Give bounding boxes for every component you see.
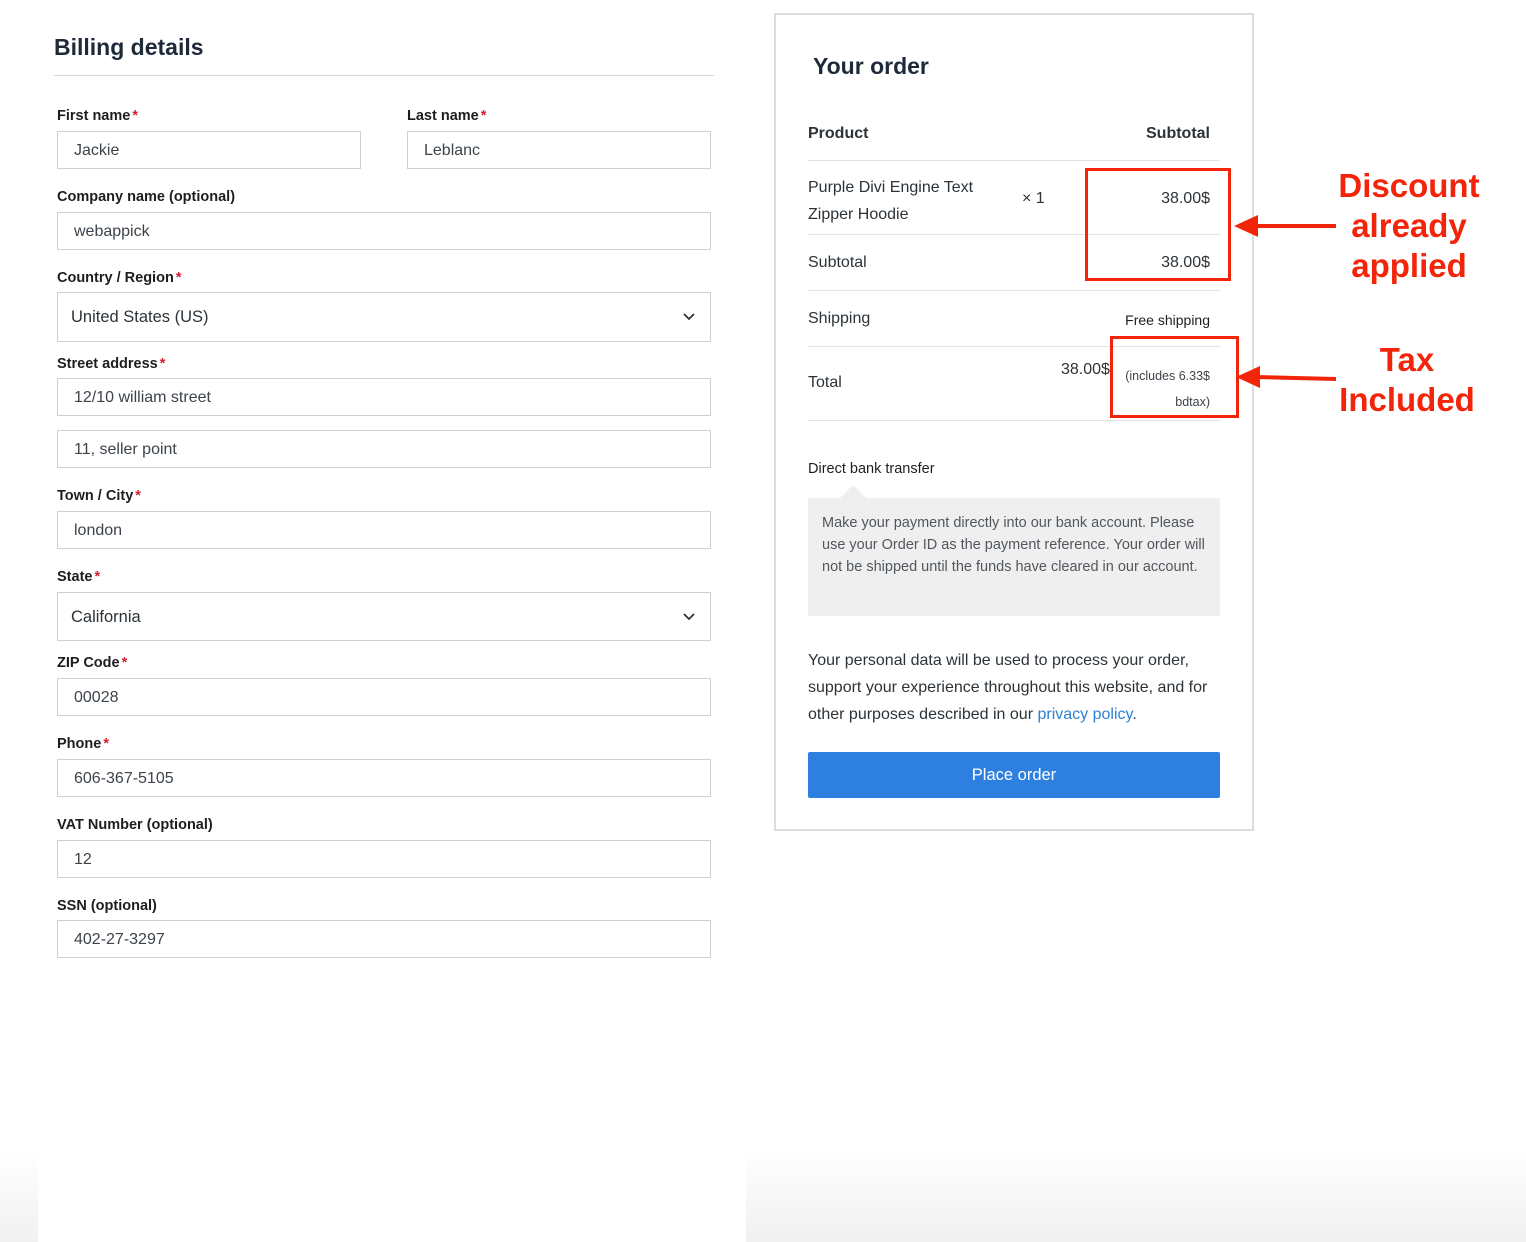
col-subtotal-header: Subtotal xyxy=(1146,125,1210,142)
page-shadow-left xyxy=(0,1150,38,1242)
country-select[interactable]: United States (US) xyxy=(57,292,711,342)
first-name-input[interactable]: Jackie xyxy=(57,131,361,169)
place-order-button[interactable]: Place order xyxy=(808,752,1220,798)
discount-annotation-line3: applied xyxy=(1351,247,1467,284)
street-label: Street address * xyxy=(57,356,166,372)
subtotal-label: Subtotal xyxy=(808,254,867,271)
order-review-box: Your order Product Subtotal Purple Divi … xyxy=(774,13,1254,831)
payment-method-label[interactable]: Direct bank transfer xyxy=(808,461,935,477)
item-name-line1: Purple Divi Engine Text xyxy=(808,179,974,196)
item-quantity: × 1 xyxy=(1022,190,1045,207)
last-name-field: Last name * Leblanc xyxy=(407,106,711,169)
privacy-notice: Your personal data will be used to proce… xyxy=(808,647,1228,728)
company-field: Company name (optional) webappick xyxy=(57,187,711,250)
chevron-down-icon xyxy=(683,313,695,321)
state-select[interactable]: California xyxy=(57,592,711,641)
arrow-left-icon xyxy=(1236,366,1336,388)
ssn-field: SSN (optional) 402-27-3297 xyxy=(57,896,711,958)
zip-field: ZIP Code * 00028 xyxy=(57,653,711,716)
privacy-policy-link[interactable]: privacy policy xyxy=(1037,706,1132,723)
city-label: Town / City * xyxy=(57,488,141,504)
street-field: Street address * 12/10 william street 11,… xyxy=(57,354,711,468)
phone-label: Phone * xyxy=(57,736,109,752)
street-address-line2-input[interactable]: 11, seller point xyxy=(57,430,711,468)
discount-highlight-box xyxy=(1085,168,1231,281)
tax-annotation-line2: Included xyxy=(1339,381,1475,418)
last-name-label: Last name * xyxy=(407,108,487,124)
company-input[interactable]: webappick xyxy=(57,212,711,250)
shipping-value: Free shipping xyxy=(1125,312,1210,328)
item-name: Purple Divi Engine Text Zipper Hoodie xyxy=(808,174,973,228)
state-field: State * California xyxy=(57,567,711,641)
vat-input[interactable]: 12 xyxy=(57,840,711,878)
privacy-text-end: . xyxy=(1132,706,1137,723)
tax-annotation: Tax Included xyxy=(1330,340,1484,420)
tax-annotation-line1: Tax xyxy=(1379,341,1435,378)
total-label: Total xyxy=(808,374,842,391)
billing-title: Billing details xyxy=(54,30,714,76)
first-name-label: First name * xyxy=(57,108,138,124)
payment-description: Make your payment directly into our bank… xyxy=(808,498,1220,616)
col-product-header: Product xyxy=(808,125,869,142)
chevron-down-icon xyxy=(683,613,695,621)
billing-details-section: Billing details xyxy=(54,30,714,76)
country-label: Country / Region * xyxy=(57,270,182,286)
ssn-input[interactable]: 402-27-3297 xyxy=(57,920,711,958)
phone-input[interactable]: 606-367-5105 xyxy=(57,759,711,797)
total-value: 38.00$ xyxy=(1061,361,1110,378)
order-title: Your order xyxy=(813,53,929,79)
arrow-left-icon xyxy=(1234,215,1336,237)
payment-description-pointer xyxy=(840,485,866,498)
zip-label: ZIP Code * xyxy=(57,655,128,671)
country-field: Country / Region * United States (US) xyxy=(57,268,711,342)
first-name-field: First name * Jackie xyxy=(57,106,361,169)
divider xyxy=(808,420,1220,421)
country-select-value: United States (US) xyxy=(71,308,209,326)
zip-input[interactable]: 00028 xyxy=(57,678,711,716)
vat-label: VAT Number (optional) xyxy=(57,817,213,833)
city-field: Town / City * london xyxy=(57,486,711,549)
tax-highlight-box xyxy=(1110,336,1239,418)
company-label: Company name (optional) xyxy=(57,189,236,205)
state-label: State * xyxy=(57,569,101,585)
last-name-input[interactable]: Leblanc xyxy=(407,131,711,169)
city-input[interactable]: london xyxy=(57,511,711,549)
item-name-line2: Zipper Hoodie xyxy=(808,206,909,223)
phone-field: Phone * 606-367-5105 xyxy=(57,734,711,797)
page-shadow-right xyxy=(746,1150,1526,1242)
discount-annotation-line1: Discount xyxy=(1338,167,1480,204)
divider xyxy=(808,160,1220,161)
state-select-value: California xyxy=(71,608,141,626)
shipping-label: Shipping xyxy=(808,310,871,327)
vat-field: VAT Number (optional) 12 xyxy=(57,815,711,878)
privacy-text: Your personal data will be used to proce… xyxy=(808,652,1208,723)
ssn-label: SSN (optional) xyxy=(57,898,157,914)
divider xyxy=(808,290,1220,291)
discount-annotation: Discount already applied xyxy=(1330,166,1488,286)
discount-annotation-line2: already xyxy=(1351,207,1467,244)
street-address-line1-input[interactable]: 12/10 william street xyxy=(57,378,711,416)
